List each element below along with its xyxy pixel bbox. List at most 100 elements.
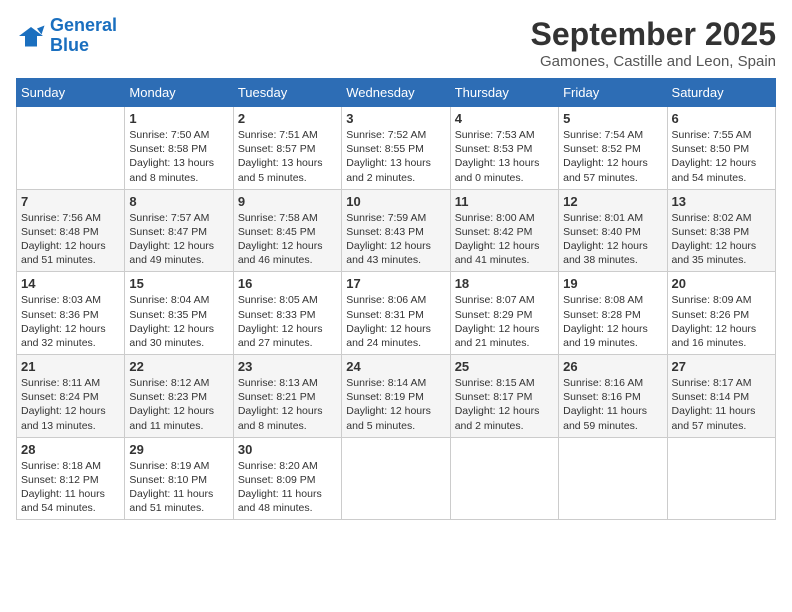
cell-info: Sunrise: 7:55 AM Sunset: 8:50 PM Dayligh… [672,128,771,185]
calendar-header-row: SundayMondayTuesdayWednesdayThursdayFrid… [17,79,776,107]
calendar-cell: 10 Sunrise: 7:59 AM Sunset: 8:43 PM Dayli… [342,189,450,272]
day-number: 16 [238,276,337,291]
day-number: 23 [238,359,337,374]
cell-info: Sunrise: 7:50 AM Sunset: 8:58 PM Dayligh… [129,128,228,185]
calendar-cell: 28 Sunrise: 8:18 AM Sunset: 8:12 PM Dayli… [17,437,125,520]
day-number: 18 [455,276,554,291]
calendar-cell: 30 Sunrise: 8:20 AM Sunset: 8:09 PM Dayli… [233,437,341,520]
day-number: 28 [21,442,120,457]
cell-info: Sunrise: 8:04 AM Sunset: 8:35 PM Dayligh… [129,293,228,350]
day-number: 26 [563,359,662,374]
day-header-wednesday: Wednesday [342,79,450,107]
week-row-3: 14 Sunrise: 8:03 AM Sunset: 8:36 PM Dayli… [17,272,776,355]
calendar-cell: 21 Sunrise: 8:11 AM Sunset: 8:24 PM Dayli… [17,355,125,438]
week-row-5: 28 Sunrise: 8:18 AM Sunset: 8:12 PM Dayli… [17,437,776,520]
calendar-cell: 26 Sunrise: 8:16 AM Sunset: 8:16 PM Dayli… [559,355,667,438]
day-number: 8 [129,194,228,209]
cell-info: Sunrise: 8:15 AM Sunset: 8:17 PM Dayligh… [455,376,554,433]
cell-info: Sunrise: 8:05 AM Sunset: 8:33 PM Dayligh… [238,293,337,350]
calendar-cell: 25Sunrise: 8:15 AM Sunset: 8:17 PM Dayli… [450,355,558,438]
cell-info: Sunrise: 8:12 AM Sunset: 8:23 PM Dayligh… [129,376,228,433]
day-number: 6 [672,111,771,126]
page-header: General Blue September 2025 Gamones, Cas… [16,16,776,70]
cell-info: Sunrise: 8:16 AM Sunset: 8:16 PM Dayligh… [563,376,662,433]
calendar-cell [559,437,667,520]
day-number: 21 [21,359,120,374]
calendar-cell: 9Sunrise: 7:58 AM Sunset: 8:45 PM Daylig… [233,189,341,272]
week-row-1: 1 Sunrise: 7:50 AM Sunset: 8:58 PM Daylig… [17,107,776,190]
calendar-cell: 11 Sunrise: 8:00 AM Sunset: 8:42 PM Dayli… [450,189,558,272]
day-number: 11 [455,194,554,209]
cell-info: Sunrise: 7:57 AM Sunset: 8:47 PM Dayligh… [129,211,228,268]
day-header-friday: Friday [559,79,667,107]
cell-info: Sunrise: 8:06 AM Sunset: 8:31 PM Dayligh… [346,293,445,350]
calendar-cell: 16 Sunrise: 8:05 AM Sunset: 8:33 PM Dayli… [233,272,341,355]
calendar-cell: 4 Sunrise: 7:53 AM Sunset: 8:53 PM Daylig… [450,107,558,190]
cell-info: Sunrise: 8:00 AM Sunset: 8:42 PM Dayligh… [455,211,554,268]
day-number: 7 [21,194,120,209]
day-number: 24 [346,359,445,374]
calendar-cell [342,437,450,520]
logo-icon [16,21,46,51]
cell-info: Sunrise: 8:13 AM Sunset: 8:21 PM Dayligh… [238,376,337,433]
location-subtitle: Gamones, Castille and Leon, Spain [531,53,776,70]
day-header-thursday: Thursday [450,79,558,107]
day-number: 10 [346,194,445,209]
cell-info: Sunrise: 8:02 AM Sunset: 8:38 PM Dayligh… [672,211,771,268]
calendar-cell [450,437,558,520]
day-number: 3 [346,111,445,126]
calendar-cell: 27 Sunrise: 8:17 AM Sunset: 8:14 PM Dayli… [667,355,775,438]
day-number: 20 [672,276,771,291]
logo-text: General Blue [50,16,117,56]
cell-info: Sunrise: 8:18 AM Sunset: 8:12 PM Dayligh… [21,459,120,516]
calendar-cell [667,437,775,520]
week-row-2: 7Sunrise: 7:56 AM Sunset: 8:48 PM Daylig… [17,189,776,272]
cell-info: Sunrise: 7:59 AM Sunset: 8:43 PM Dayligh… [346,211,445,268]
calendar-cell: 8 Sunrise: 7:57 AM Sunset: 8:47 PM Daylig… [125,189,233,272]
day-number: 1 [129,111,228,126]
cell-info: Sunrise: 8:03 AM Sunset: 8:36 PM Dayligh… [21,293,120,350]
day-number: 14 [21,276,120,291]
day-number: 19 [563,276,662,291]
cell-info: Sunrise: 7:51 AM Sunset: 8:57 PM Dayligh… [238,128,337,185]
cell-info: Sunrise: 8:20 AM Sunset: 8:09 PM Dayligh… [238,459,337,516]
day-number: 2 [238,111,337,126]
day-number: 27 [672,359,771,374]
calendar-cell: 5Sunrise: 7:54 AM Sunset: 8:52 PM Daylig… [559,107,667,190]
calendar-cell: 18 Sunrise: 8:07 AM Sunset: 8:29 PM Dayli… [450,272,558,355]
cell-info: Sunrise: 8:11 AM Sunset: 8:24 PM Dayligh… [21,376,120,433]
cell-info: Sunrise: 7:52 AM Sunset: 8:55 PM Dayligh… [346,128,445,185]
day-number: 30 [238,442,337,457]
calendar-cell: 14 Sunrise: 8:03 AM Sunset: 8:36 PM Dayli… [17,272,125,355]
cell-info: Sunrise: 8:17 AM Sunset: 8:14 PM Dayligh… [672,376,771,433]
day-number: 29 [129,442,228,457]
day-number: 22 [129,359,228,374]
day-header-monday: Monday [125,79,233,107]
cell-info: Sunrise: 7:54 AM Sunset: 8:52 PM Dayligh… [563,128,662,185]
calendar-cell: 24 Sunrise: 8:14 AM Sunset: 8:19 PM Dayli… [342,355,450,438]
calendar-cell: 15Sunrise: 8:04 AM Sunset: 8:35 PM Dayli… [125,272,233,355]
day-number: 4 [455,111,554,126]
calendar-cell [17,107,125,190]
calendar-cell: 2 Sunrise: 7:51 AM Sunset: 8:57 PM Daylig… [233,107,341,190]
calendar-cell: 3 Sunrise: 7:52 AM Sunset: 8:55 PM Daylig… [342,107,450,190]
cell-info: Sunrise: 8:09 AM Sunset: 8:26 PM Dayligh… [672,293,771,350]
month-title: September 2025 [531,16,776,53]
calendar-cell: 1 Sunrise: 7:50 AM Sunset: 8:58 PM Daylig… [125,107,233,190]
calendar-cell: 7Sunrise: 7:56 AM Sunset: 8:48 PM Daylig… [17,189,125,272]
day-number: 12 [563,194,662,209]
calendar-cell: 23 Sunrise: 8:13 AM Sunset: 8:21 PM Dayli… [233,355,341,438]
calendar-table: SundayMondayTuesdayWednesdayThursdayFrid… [16,78,776,520]
title-area: September 2025 Gamones, Castille and Leo… [531,16,776,70]
calendar-cell: 20 Sunrise: 8:09 AM Sunset: 8:26 PM Dayli… [667,272,775,355]
cell-info: Sunrise: 8:07 AM Sunset: 8:29 PM Dayligh… [455,293,554,350]
calendar-cell: 19Sunrise: 8:08 AM Sunset: 8:28 PM Dayli… [559,272,667,355]
calendar-cell: 12Sunrise: 8:01 AM Sunset: 8:40 PM Dayli… [559,189,667,272]
cell-info: Sunrise: 7:53 AM Sunset: 8:53 PM Dayligh… [455,128,554,185]
day-number: 17 [346,276,445,291]
week-row-4: 21 Sunrise: 8:11 AM Sunset: 8:24 PM Dayli… [17,355,776,438]
cell-info: Sunrise: 8:14 AM Sunset: 8:19 PM Dayligh… [346,376,445,433]
calendar-cell: 6 Sunrise: 7:55 AM Sunset: 8:50 PM Daylig… [667,107,775,190]
cell-info: Sunrise: 8:19 AM Sunset: 8:10 PM Dayligh… [129,459,228,516]
calendar-cell: 13Sunrise: 8:02 AM Sunset: 8:38 PM Dayli… [667,189,775,272]
